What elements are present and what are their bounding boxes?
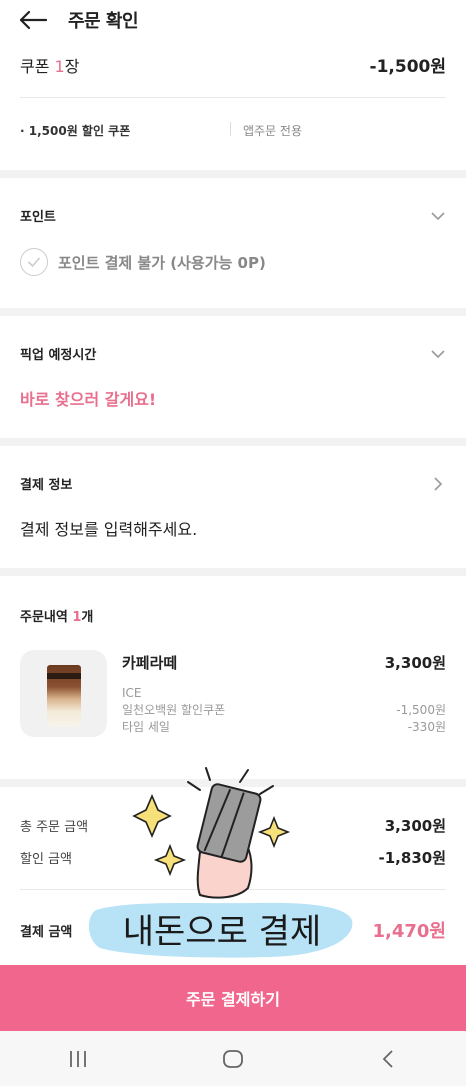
coupon-detail-name: · 1,500원 할인 쿠폰	[20, 124, 131, 138]
chevron-down-icon[interactable]	[430, 346, 446, 362]
order-section: 주문내역 1개 카페라떼 3,300원 ICE 일천오백원 할인쿠폰 -1,50…	[0, 576, 466, 779]
final-label: 결제 금액	[20, 924, 73, 940]
pickup-title: 픽업 예정시간	[20, 348, 97, 363]
coupon-count: 1	[54, 56, 65, 76]
point-section: 포인트 포인트 결제 불가 (사용가능 0P)	[0, 178, 466, 308]
discount-amount: -1,500원	[396, 703, 446, 717]
discount-total-label: 할인 금액	[20, 852, 72, 867]
payment-section[interactable]: 결제 정보 결제 정보를 입력해주세요.	[0, 446, 466, 568]
divider	[20, 97, 446, 98]
recent-apps-icon[interactable]	[58, 1044, 98, 1074]
coupon-summary: 쿠폰 1장 -1,500원	[20, 52, 446, 78]
order-title-label: 주문내역	[20, 610, 68, 625]
check-icon[interactable]	[20, 248, 48, 276]
chevron-down-icon[interactable]	[430, 208, 446, 224]
product-options: ICE 일천오백원 할인쿠폰 -1,500원 타임 세일 -330원	[122, 685, 446, 736]
app-header: 주문 확인	[0, 0, 466, 40]
iced-latte-icon	[46, 665, 81, 727]
discount-total-value: -1,830원	[378, 849, 446, 867]
coupon-unit: 장	[64, 56, 80, 76]
discount-line: 타임 세일 -330원	[122, 719, 446, 736]
home-icon[interactable]	[213, 1044, 253, 1074]
order-pay-button[interactable]: 주문 결제하기	[0, 965, 466, 1031]
product-price: 3,300원	[384, 654, 446, 672]
discount-line: 일천오백원 할인쿠폰 -1,500원	[122, 702, 446, 719]
divider	[20, 889, 446, 890]
back-nav-icon[interactable]	[368, 1044, 408, 1074]
point-title: 포인트	[20, 210, 56, 225]
coupon-detail: · 1,500원 할인 쿠폰 앱주문 전용	[20, 122, 446, 139]
product-name: 카페라떼	[122, 654, 178, 672]
coupon-section: 쿠폰 1장 -1,500원 · 1,500원 할인 쿠폰 앱주문 전용	[0, 40, 466, 170]
total-label: 총 주문 금액	[20, 820, 89, 835]
discount-amount: -330원	[407, 720, 446, 734]
total-value: 3,300원	[384, 817, 446, 835]
final-row: 결제 금액 1,470원	[20, 917, 446, 943]
pickup-header[interactable]: 픽업 예정시간	[20, 344, 446, 363]
product-image	[20, 650, 107, 737]
discount-label: 타임 세일	[122, 720, 170, 734]
coupon-detail-note: 앱주문 전용	[243, 124, 303, 138]
discount-label: 일천오백원 할인쿠폰	[122, 703, 226, 717]
final-value: 1,470원	[372, 921, 447, 942]
payment-value[interactable]: 결제 정보를 입력해주세요.	[20, 516, 197, 540]
order-unit: 개	[81, 610, 94, 625]
discount-row: 할인 금액 -1,830원	[20, 847, 446, 868]
coupon-amount: -1,500원	[369, 57, 446, 77]
point-header[interactable]: 포인트	[20, 206, 446, 225]
order-title: 주문내역 1개	[20, 606, 93, 625]
coupon-label: 쿠폰	[20, 56, 50, 76]
point-option-label: 포인트 결제 불가 (사용가능 0P)	[58, 253, 266, 272]
payment-title: 결제 정보	[20, 478, 73, 493]
coupon-detail-separator	[230, 122, 231, 136]
point-option[interactable]: 포인트 결제 불가 (사용가능 0P)	[20, 248, 266, 276]
total-row: 총 주문 금액 3,300원	[20, 815, 446, 836]
totals-section: 총 주문 금액 3,300원 할인 금액 -1,830원 결제 금액 1,470…	[0, 787, 466, 969]
product-option: ICE	[122, 686, 142, 700]
system-nav-bar	[0, 1031, 466, 1086]
pickup-value: 바로 찾으러 갈게요!	[20, 390, 157, 409]
pickup-section: 픽업 예정시간 바로 찾으러 갈게요!	[0, 316, 466, 438]
page-title: 주문 확인	[68, 11, 139, 32]
product-info: 카페라떼 3,300원 ICE 일천오백원 할인쿠폰 -1,500원 타임 세일…	[122, 652, 446, 736]
back-arrow-icon[interactable]	[18, 9, 48, 31]
chevron-right-icon[interactable]	[430, 476, 446, 492]
payment-header[interactable]: 결제 정보	[20, 474, 446, 493]
